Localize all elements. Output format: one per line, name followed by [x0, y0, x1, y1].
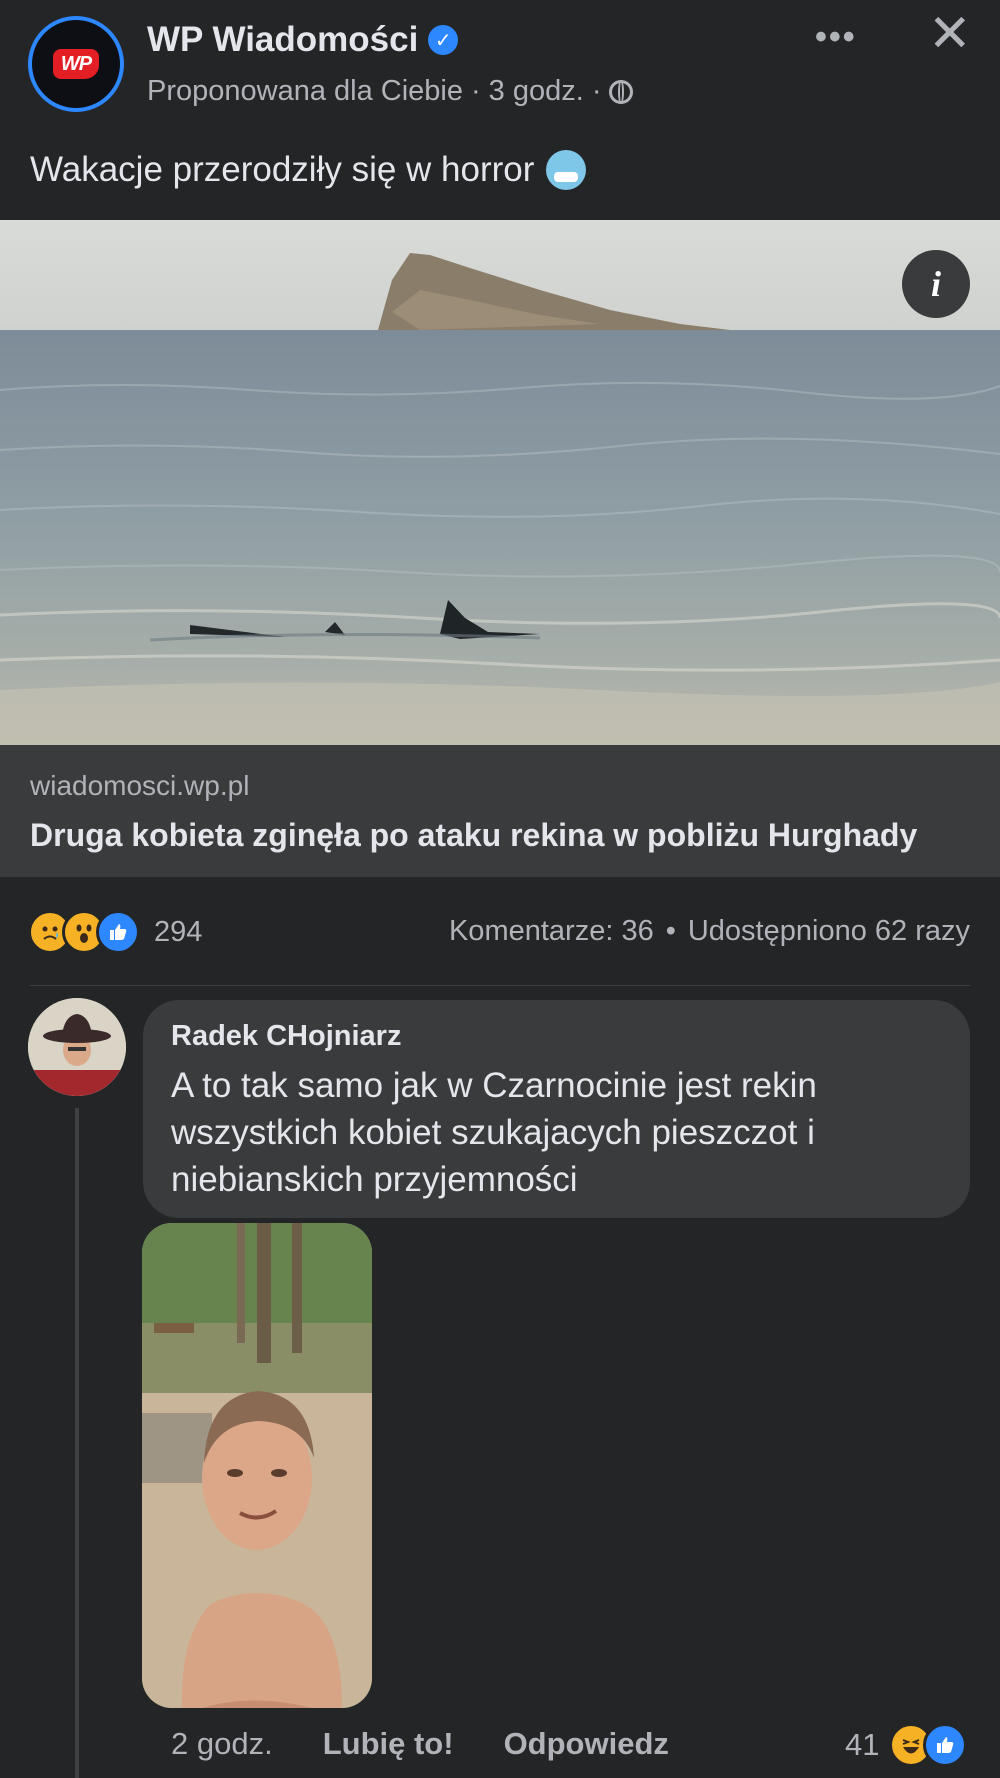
like-reaction-icon — [96, 910, 140, 954]
globe-icon — [609, 79, 634, 104]
suggested-label: Proponowana dla Ciebie — [147, 75, 463, 107]
comment-author[interactable]: Radek CHojniarz — [171, 1020, 401, 1053]
separator: · — [471, 75, 481, 107]
reaction-summary[interactable]: 294 — [28, 910, 202, 954]
page-name-row[interactable]: WP Wiadomości ✓ — [147, 20, 459, 60]
close-icon[interactable]: ✕ — [928, 8, 972, 60]
post-stats: Komentarze: 36 • Udostępniono 62 razy — [449, 915, 970, 948]
wp-logo: WP — [53, 49, 99, 79]
verified-icon: ✓ — [428, 25, 459, 55]
stats-bullet: • — [665, 915, 676, 947]
link-title[interactable]: Druga kobieta zginęła po ataku rekina w … — [30, 817, 917, 854]
thread-line — [75, 1108, 79, 1778]
comment-actions: 2 godz. Lubię to! Odpowiedz — [171, 1726, 669, 1762]
shark-photo — [0, 220, 1000, 745]
link-domain: wiadomosci.wp.pl — [30, 770, 250, 801]
more-icon[interactable]: ••• — [815, 18, 857, 57]
page-avatar[interactable]: WP — [28, 16, 124, 112]
commenter-avatar[interactable] — [28, 998, 126, 1096]
page-name[interactable]: WP Wiadomości — [147, 20, 418, 60]
post-text: Wakacje przerodziły się w horror — [30, 150, 587, 190]
comment-reaction-count: 41 — [845, 1727, 880, 1762]
comment-reply-button[interactable]: Odpowiedz — [504, 1726, 669, 1762]
comments-count[interactable]: Komentarze: 36 — [449, 915, 654, 948]
post-image[interactable]: i — [0, 220, 1000, 745]
comment-like-button[interactable]: Lubię to! — [323, 1726, 454, 1762]
comment-text: A to tak samo jak w Czarnocinie jest rek… — [171, 1066, 817, 1199]
shares-count[interactable]: Udostępniono 62 razy — [688, 915, 970, 948]
comment-photo[interactable] — [142, 1223, 372, 1708]
like-reaction-icon — [923, 1723, 968, 1767]
reaction-count: 294 — [154, 915, 203, 948]
divider — [30, 985, 970, 986]
post-meta: Proponowana dla Ciebie · 3 godz. · — [147, 75, 634, 108]
link-preview[interactable] — [0, 745, 1000, 877]
info-icon[interactable]: i — [902, 250, 970, 318]
post-time[interactable]: 3 godz. — [489, 75, 584, 108]
cold-face-emoji-icon — [546, 150, 587, 190]
comment-reactions[interactable]: 41 — [845, 1723, 968, 1767]
separator: · — [591, 75, 602, 107]
comment-time[interactable]: 2 godz. — [171, 1726, 273, 1762]
post-text-label: Wakacje przerodziły się w horror — [30, 150, 535, 189]
